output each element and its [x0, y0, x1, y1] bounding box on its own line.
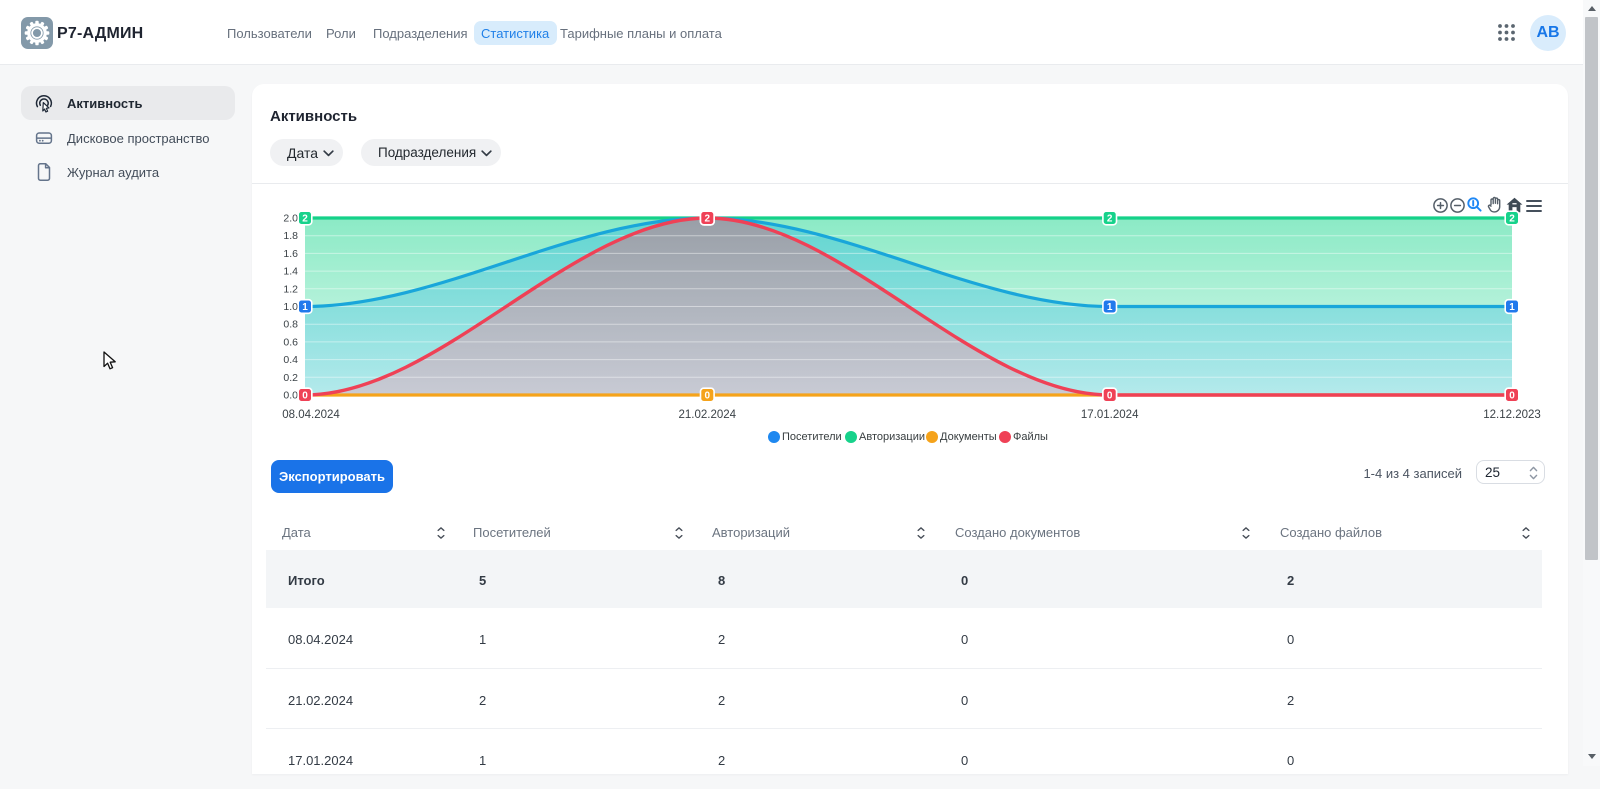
svg-text:1.8: 1.8	[283, 230, 298, 242]
svg-text:21.02.2024: 21.02.2024	[679, 409, 737, 421]
svg-text:2.0: 2.0	[283, 213, 298, 225]
svg-text:1.2: 1.2	[283, 283, 298, 295]
svg-text:0: 0	[705, 391, 711, 402]
svg-text:2: 2	[705, 214, 711, 225]
svg-text:0: 0	[1107, 391, 1113, 402]
svg-text:08.04.2024: 08.04.2024	[282, 409, 340, 421]
svg-text:1: 1	[1509, 302, 1515, 313]
svg-text:2: 2	[302, 214, 308, 225]
svg-text:1: 1	[302, 302, 308, 313]
svg-text:1.4: 1.4	[283, 266, 298, 278]
svg-text:12.12.2023: 12.12.2023	[1483, 409, 1541, 421]
svg-text:1: 1	[1107, 302, 1113, 313]
svg-text:0: 0	[1509, 391, 1515, 402]
svg-text:0.4: 0.4	[283, 354, 298, 366]
svg-text:1.0: 1.0	[283, 301, 298, 313]
svg-text:2: 2	[1107, 214, 1113, 225]
svg-text:0.0: 0.0	[283, 390, 298, 402]
svg-text:17.01.2024: 17.01.2024	[1081, 409, 1139, 421]
svg-text:0.2: 0.2	[283, 372, 298, 384]
svg-text:1.6: 1.6	[283, 248, 298, 260]
svg-text:0: 0	[302, 391, 308, 402]
svg-text:2: 2	[1509, 214, 1515, 225]
svg-text:0.8: 0.8	[283, 319, 298, 331]
svg-text:0.6: 0.6	[283, 336, 298, 348]
